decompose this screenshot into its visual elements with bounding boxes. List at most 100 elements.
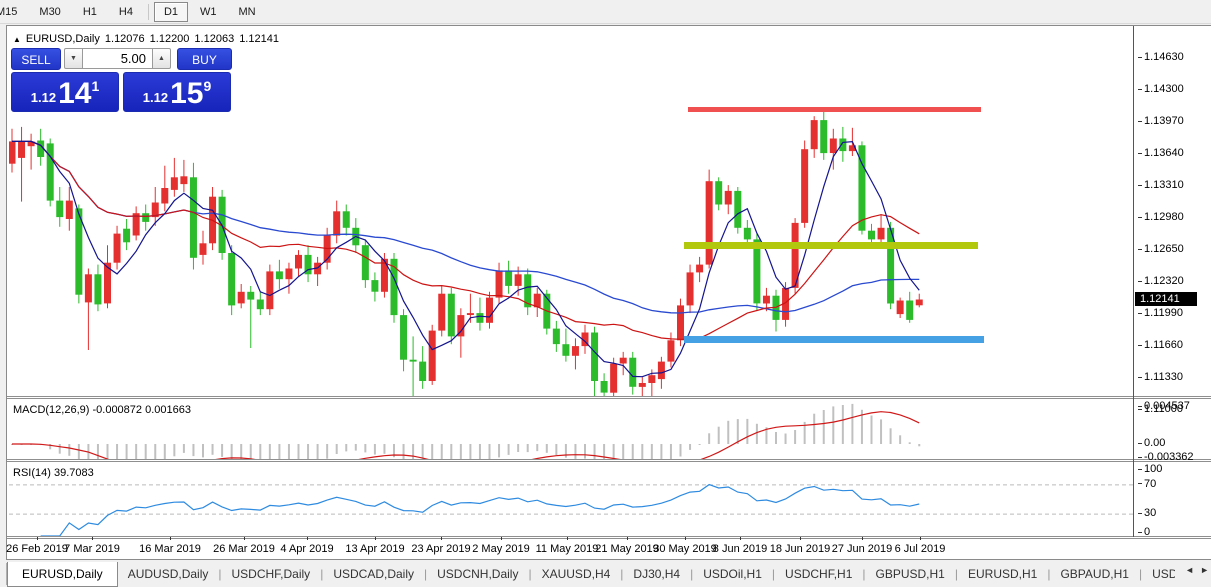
rsi-label: RSI(14) 39.7083	[13, 467, 94, 479]
bearish-candle	[820, 120, 827, 153]
bearish-candle	[906, 301, 913, 320]
timeframe-button-d1[interactable]: D1	[154, 2, 188, 22]
timeframe-button-h4[interactable]: H4	[109, 2, 143, 22]
date-axis-tick	[37, 537, 38, 540]
date-axis-tick	[685, 537, 686, 540]
bearish-candle	[839, 139, 846, 152]
date-axis-tick	[244, 537, 245, 540]
date-axis-separator	[7, 536, 1211, 539]
bullish-candle	[667, 340, 674, 361]
bullish-candle	[266, 271, 273, 309]
bearish-candle	[371, 280, 378, 292]
tabs-scroll-left-button[interactable]: ◄	[1185, 565, 1194, 575]
date-axis-tick	[920, 537, 921, 540]
sell-button[interactable]: SELL	[11, 48, 61, 70]
bullish-candle	[114, 234, 121, 263]
chart-tab-xauusd-h4[interactable]: XAUUSD,H4	[532, 563, 621, 585]
timeframe-button-mn[interactable]: MN	[229, 2, 266, 22]
date-axis-tick	[307, 537, 308, 540]
bullish-candle	[725, 191, 732, 205]
bid-price-big: 14	[58, 81, 91, 107]
chart-tab-eurusd-h1[interactable]: EURUSD,H1	[958, 563, 1047, 585]
bullish-candle	[438, 294, 445, 331]
price-tick-label: 1.11990	[1138, 307, 1183, 319]
chart-tab-usdcad-daily[interactable]: USDCAD,Daily	[323, 563, 424, 585]
date-axis-label: 4 Apr 2019	[280, 543, 333, 555]
bearish-candle	[94, 274, 101, 304]
timeframe-button-h1[interactable]: H1	[73, 2, 107, 22]
chart-tab-usdjpy-h1[interactable]: USDJPY,H1	[1142, 563, 1175, 585]
chart-tab-usdchf-daily[interactable]: USDCHF,Daily	[222, 563, 321, 585]
chart-tab-gbpusd-h1[interactable]: GBPUSD,H1	[866, 563, 955, 585]
bearish-candle	[715, 181, 722, 204]
date-axis-tick	[501, 537, 502, 540]
date-axis-label: 6 Jul 2019	[895, 543, 946, 555]
bearish-candle	[142, 213, 149, 222]
bearish-candle	[276, 271, 283, 279]
date-axis-tick	[375, 537, 376, 540]
rsi-axis-label: 0	[1138, 526, 1150, 538]
ask-quote-panel[interactable]: 1.12 15 9	[123, 72, 231, 112]
rsi-indicator-panel[interactable]	[9, 463, 1133, 536]
price-tick-label: 1.13310	[1138, 179, 1184, 191]
bullish-candle	[897, 301, 904, 315]
bullish-candle	[572, 346, 579, 356]
bullish-candle	[85, 274, 92, 302]
chart-tab-usdcnh-daily[interactable]: USDCNH,Daily	[427, 563, 528, 585]
tabs-scroll-right-button[interactable]: ►	[1200, 565, 1209, 575]
bullish-candle	[878, 228, 885, 240]
price-tick-label: 1.14300	[1138, 83, 1184, 95]
bullish-candle	[161, 188, 168, 204]
bullish-candle	[610, 364, 617, 393]
bullish-candle	[687, 272, 694, 305]
timeframe-button-m30[interactable]: M30	[29, 2, 70, 22]
ohlc-high: 1.12200	[150, 33, 190, 45]
bid-quote-panel[interactable]: 1.12 14 1	[11, 72, 119, 112]
macd-panel-separator[interactable]	[7, 396, 1211, 399]
price-tick-label: 1.13640	[1138, 147, 1184, 159]
chart-tab-usdchf-h1[interactable]: USDCHF,H1	[775, 563, 862, 585]
bullish-candle	[171, 177, 178, 190]
bearish-candle	[47, 143, 54, 200]
bearish-candle	[448, 294, 455, 337]
volume-increase-button[interactable]: ▲	[152, 48, 171, 69]
chart-tab-eurusd-daily[interactable]: EURUSD,Daily	[7, 562, 118, 587]
bullish-candle	[696, 265, 703, 273]
price-axis-line	[1133, 26, 1134, 537]
bullish-candle	[620, 358, 627, 364]
chart-tab-dj30-h4[interactable]: DJ30,H4	[623, 563, 690, 585]
buy-button[interactable]: BUY	[177, 48, 232, 70]
timeframe-button-m15[interactable]: M15	[0, 2, 27, 22]
volume-decrease-button[interactable]: ▼	[64, 48, 83, 69]
bullish-candle	[18, 141, 25, 158]
macd-min-label: -0.003362	[1138, 451, 1194, 463]
chart-tab-audusd-daily[interactable]: AUDUSD,Daily	[118, 563, 219, 585]
bearish-candle	[601, 381, 608, 393]
date-axis-label: 21 May 2019	[595, 543, 659, 555]
chart-tab-gbpaud-h1[interactable]: GBPAUD,H1	[1050, 563, 1138, 585]
date-axis-tick	[92, 537, 93, 540]
chart-tab-usdoil-h1[interactable]: USDOil,H1	[693, 563, 772, 585]
bullish-candle	[295, 255, 302, 269]
macd-max-label: 0.004537	[1138, 400, 1190, 412]
mid-support-ray[interactable]	[684, 242, 978, 249]
timeframe-button-w1[interactable]: W1	[190, 2, 227, 22]
price-tick-label: 1.11660	[1138, 339, 1183, 351]
bullish-candle	[333, 211, 340, 235]
rsi-panel-separator[interactable]	[7, 459, 1211, 462]
bearish-candle	[591, 333, 598, 382]
bearish-candle	[410, 360, 417, 362]
volume-input[interactable]: 5.00	[83, 48, 152, 69]
date-axis-label: 13 Apr 2019	[345, 543, 404, 555]
bearish-candle	[123, 229, 130, 243]
support-ray[interactable]	[684, 336, 984, 343]
date-axis-label: 27 Jun 2019	[832, 543, 893, 555]
date-axis-tick	[740, 537, 741, 540]
resistance-ray[interactable]	[688, 107, 981, 112]
bearish-candle	[190, 177, 197, 257]
bearish-candle	[257, 300, 264, 310]
macd-label: MACD(12,26,9) -0.000872 0.001663	[13, 404, 191, 416]
date-axis-tick	[441, 537, 442, 540]
bearish-candle	[362, 245, 369, 280]
bid-price-prefix: 1.12	[31, 90, 56, 105]
